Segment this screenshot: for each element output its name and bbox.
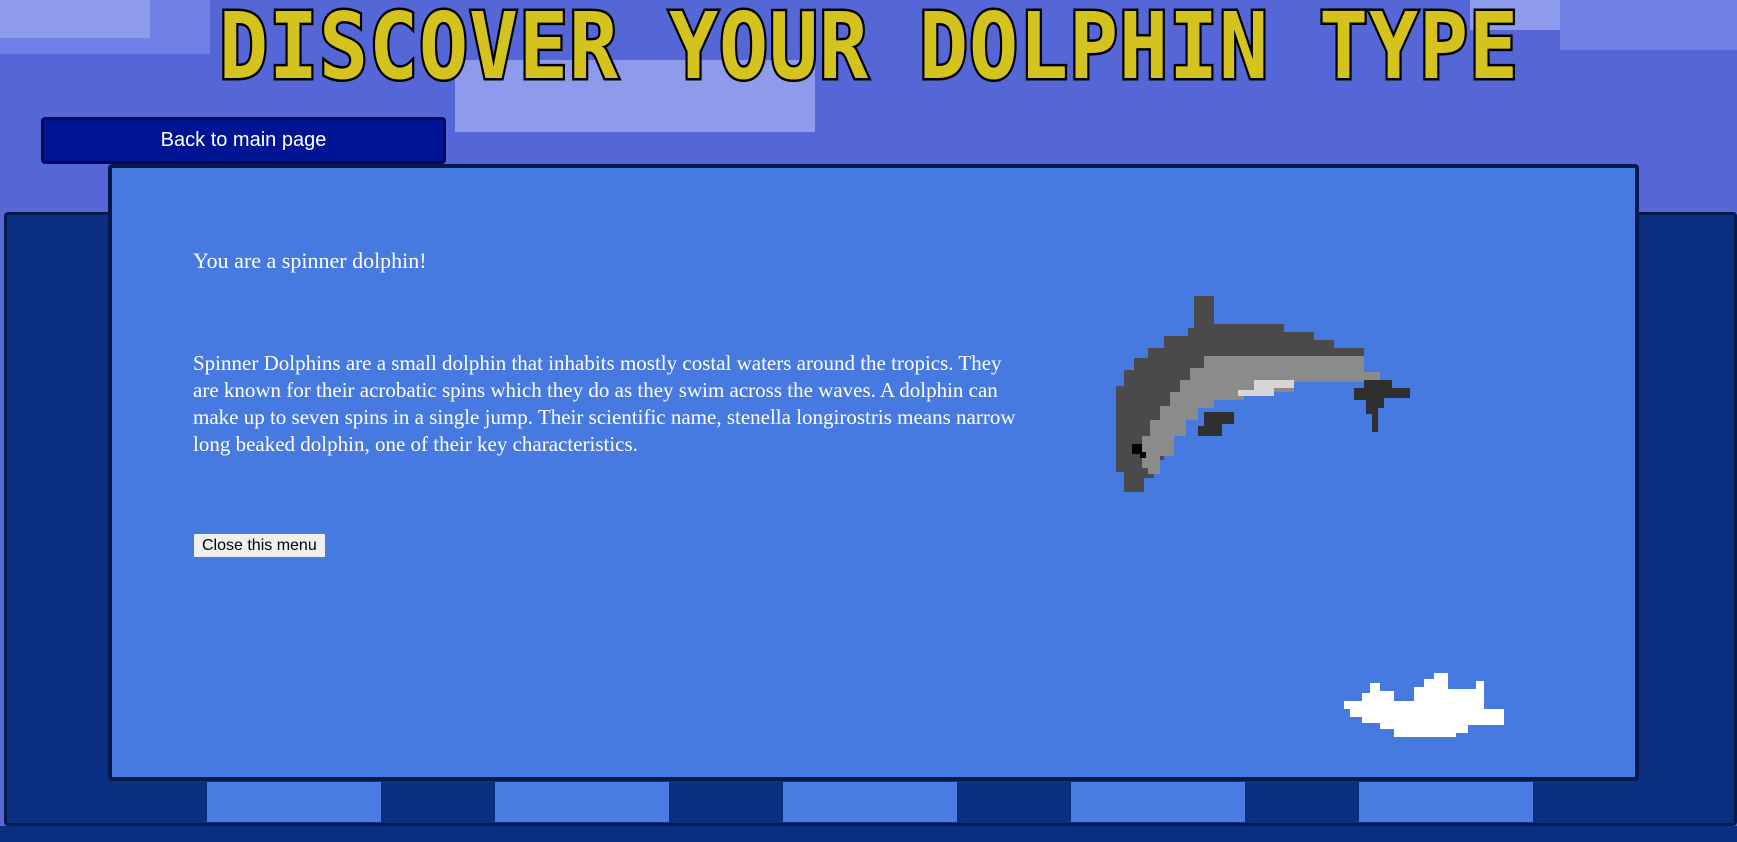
dolphin-illustration (1116, 296, 1410, 492)
result-dialog: You are a spinner dolphin! Spinner Dolph… (108, 164, 1639, 781)
bottom-bar (0, 826, 1737, 842)
water-splash-icon (1344, 673, 1504, 737)
decor-strip (495, 782, 669, 822)
result-heading: You are a spinner dolphin! (193, 248, 427, 273)
page-title-text: DISCOVER YOUR DOLPHIN TYPE (219, 0, 1519, 90)
sky-cloud (1560, 0, 1737, 50)
decor-strip (1359, 782, 1533, 822)
close-menu-button[interactable]: Close this menu (193, 533, 326, 558)
back-to-main-button[interactable]: Back to main page (41, 117, 446, 164)
decor-strip (783, 782, 957, 822)
decor-strip (207, 782, 381, 822)
page-title: DISCOVER YOUR DOLPHIN TYPE (217, 0, 1521, 90)
decor-strip (1071, 782, 1245, 822)
sky-cloud (490, 100, 790, 132)
sky-cloud (0, 0, 150, 38)
result-description: Spinner Dolphins are a small dolphin tha… (193, 351, 1016, 456)
